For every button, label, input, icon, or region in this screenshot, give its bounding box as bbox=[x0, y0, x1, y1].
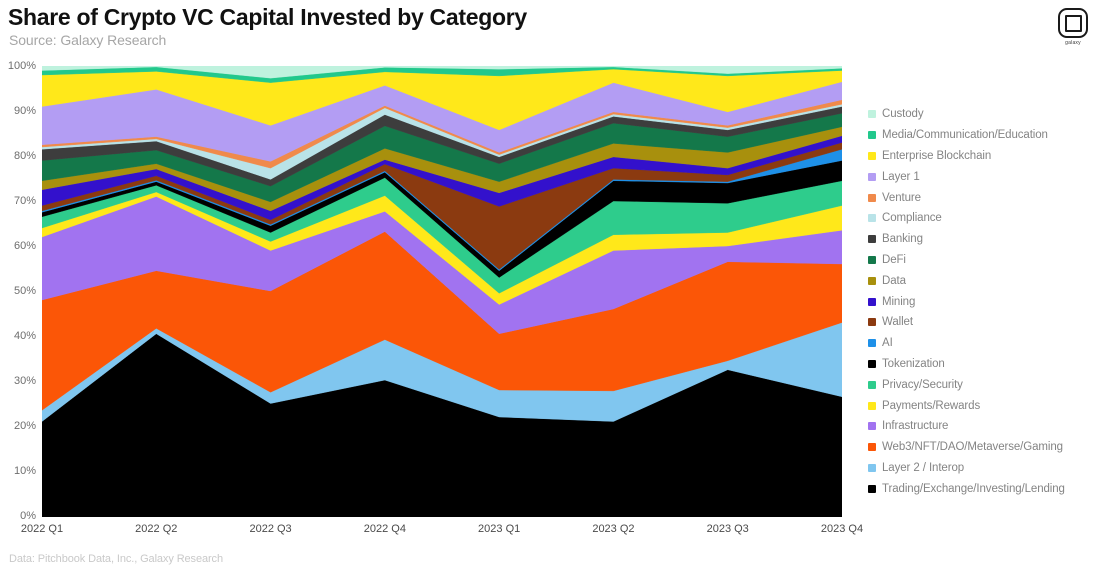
legend-item-label: Data bbox=[882, 274, 906, 287]
x-axis-tick-label: 2022 Q3 bbox=[249, 523, 292, 535]
legend-item-label: Layer 1 bbox=[882, 170, 920, 183]
legend-item-label: Mining bbox=[882, 295, 916, 308]
legend-swatch-icon bbox=[868, 401, 876, 410]
chart-page: Share of Crypto VC Capital Invested by C… bbox=[0, 0, 1100, 576]
x-axis-tick-label: 2023 Q4 bbox=[820, 523, 864, 535]
galaxy-logo: galaxy bbox=[1056, 8, 1090, 48]
legend-swatch-icon bbox=[868, 131, 876, 140]
legend-swatch-icon bbox=[868, 339, 876, 348]
legend-item-label: Payments/Rewards bbox=[882, 399, 981, 412]
legend-item[interactable]: Web3/NFT/DAO/Metaverse/Gaming bbox=[868, 437, 1098, 458]
legend-swatch-icon bbox=[868, 380, 876, 389]
legend-item[interactable]: Tokenization bbox=[868, 354, 1098, 375]
legend-item-label: AI bbox=[882, 337, 893, 350]
legend-item-label: Layer 2 / Interop bbox=[882, 461, 965, 474]
x-axis-tick-label: 2022 Q1 bbox=[20, 523, 64, 535]
legend-item-label: Banking bbox=[882, 233, 923, 246]
legend-item[interactable]: Trading/Exchange/Investing/Lending bbox=[868, 478, 1098, 499]
x-axis-tick-label: 2023 Q2 bbox=[592, 523, 635, 535]
y-axis-tick-label: 100% bbox=[7, 60, 36, 72]
legend-swatch-icon bbox=[868, 151, 876, 160]
legend-item-label: Venture bbox=[882, 191, 921, 204]
legend-swatch-icon bbox=[868, 484, 876, 493]
legend-item[interactable]: Compliance bbox=[868, 208, 1098, 229]
legend-swatch-icon bbox=[868, 172, 876, 181]
legend-item-label: Tokenization bbox=[882, 357, 945, 370]
y-axis-labels: 0% 10% 20% 30% 40% 50% 60% 70% 80% 90% 100% bbox=[0, 0, 40, 576]
legend-item[interactable]: Payments/Rewards bbox=[868, 395, 1098, 416]
legend-item[interactable]: DeFi bbox=[868, 250, 1098, 271]
legend-swatch-icon bbox=[868, 255, 876, 264]
legend-swatch-icon bbox=[868, 463, 876, 472]
legend-item[interactable]: Wallet bbox=[868, 312, 1098, 333]
logo-mark-icon bbox=[1058, 8, 1088, 38]
legend-item[interactable]: Layer 2 / Interop bbox=[868, 458, 1098, 479]
legend-item[interactable]: Media/Communication/Education bbox=[868, 125, 1098, 146]
legend-item[interactable]: Infrastructure bbox=[868, 416, 1098, 437]
logo-wordmark: galaxy bbox=[1065, 40, 1081, 46]
x-axis-tick-label: 2022 Q4 bbox=[363, 523, 406, 535]
stacked-area-plot bbox=[42, 66, 842, 516]
y-axis-tick-label: 20% bbox=[13, 420, 36, 432]
x-axis-tick-label: 2022 Q2 bbox=[135, 523, 178, 535]
y-axis-tick-label: 90% bbox=[13, 105, 36, 117]
legend-item-label: Privacy/Security bbox=[882, 378, 963, 391]
y-axis-tick-label: 40% bbox=[13, 330, 36, 342]
legend-swatch-icon bbox=[868, 235, 876, 244]
legend-item-label: Wallet bbox=[882, 316, 913, 329]
y-axis-tick-label: 10% bbox=[13, 465, 36, 477]
legend-swatch-icon bbox=[868, 443, 876, 452]
y-axis-tick-label: 0% bbox=[20, 510, 36, 522]
logo-inner-square bbox=[1064, 14, 1082, 32]
legend-item[interactable]: AI bbox=[868, 333, 1098, 354]
footer-note: Data: Pitchbook Data, Inc., Galaxy Resea… bbox=[9, 553, 223, 565]
legend-item[interactable]: Layer 1 bbox=[868, 166, 1098, 187]
x-axis-labels: 2022 Q1 2022 Q2 2022 Q3 2022 Q4 2023 Q1 2023 … bbox=[21, 523, 863, 543]
x-axis-line bbox=[42, 515, 842, 517]
legend-item[interactable]: Data bbox=[868, 270, 1098, 291]
legend-item[interactable]: Privacy/Security bbox=[868, 374, 1098, 395]
x-axis-tick-label: 2023 Q1 bbox=[478, 523, 521, 535]
legend-item-label: Custody bbox=[882, 108, 924, 121]
legend-swatch-icon bbox=[868, 276, 876, 285]
legend-item[interactable]: Custody bbox=[868, 104, 1098, 125]
legend-swatch-icon bbox=[868, 318, 876, 327]
y-axis-tick-label: 50% bbox=[13, 285, 36, 297]
legend-item-label: Media/Communication/Education bbox=[882, 129, 1048, 142]
legend-swatch-icon bbox=[868, 110, 876, 119]
legend-item[interactable]: Banking bbox=[868, 229, 1098, 250]
legend-swatch-icon bbox=[868, 193, 876, 202]
legend-swatch-icon bbox=[868, 359, 876, 368]
legend-swatch-icon bbox=[868, 214, 876, 223]
y-axis-tick-label: 70% bbox=[13, 195, 36, 207]
legend-swatch-icon bbox=[868, 297, 876, 306]
legend-item-label: Infrastructure bbox=[882, 420, 949, 433]
legend-item[interactable]: Mining bbox=[868, 291, 1098, 312]
legend-item[interactable]: Enterprise Blockchain bbox=[868, 146, 1098, 167]
y-axis-tick-label: 80% bbox=[13, 150, 36, 162]
x-axis-tick-label: 2023 Q3 bbox=[706, 523, 749, 535]
legend-item-label: Enterprise Blockchain bbox=[882, 149, 992, 162]
legend-swatch-icon bbox=[868, 422, 876, 431]
y-axis-tick-label: 30% bbox=[13, 375, 36, 387]
chart-legend: Custody Media/Communication/Education Ente… bbox=[868, 104, 1098, 499]
page-title: Share of Crypto VC Capital Invested by C… bbox=[8, 4, 527, 30]
legend-item[interactable]: Venture bbox=[868, 187, 1098, 208]
legend-item-label: DeFi bbox=[882, 253, 906, 266]
legend-item-label: Web3/NFT/DAO/Metaverse/Gaming bbox=[882, 441, 1063, 454]
y-axis-tick-label: 60% bbox=[13, 240, 36, 252]
legend-item-label: Trading/Exchange/Investing/Lending bbox=[882, 482, 1065, 495]
legend-item-label: Compliance bbox=[882, 212, 942, 225]
